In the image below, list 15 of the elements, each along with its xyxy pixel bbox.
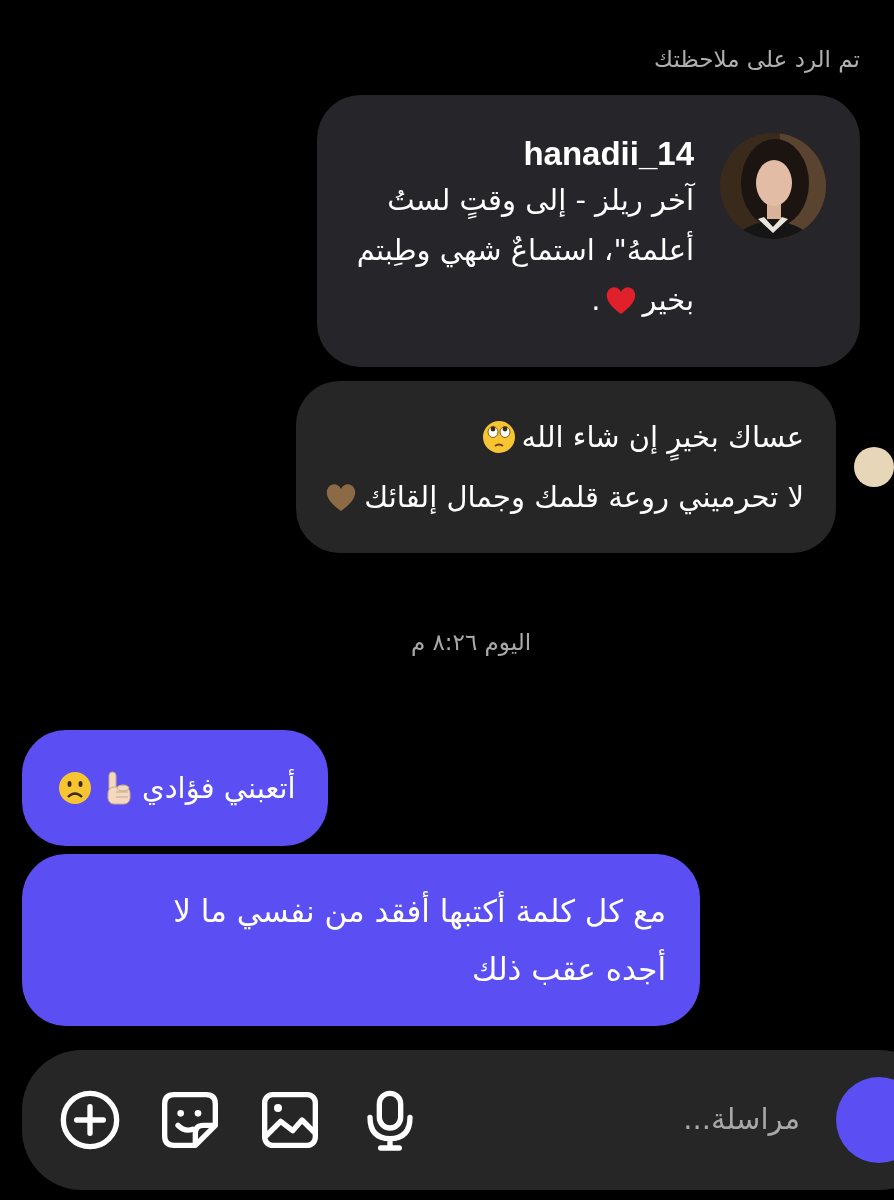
reply-label: تم الرد على ملاحظتك xyxy=(653,45,860,75)
timestamp: اليوم ٨:٢٦ م xyxy=(410,628,532,658)
username: hanadii_14 xyxy=(522,133,694,174)
note-text: بخير xyxy=(642,282,694,320)
note-text: أعلمهُ"، استماعٌ شهي وطِبتم xyxy=(356,230,694,270)
note-text: آخر ريلز - إلى وقتٍ لستُ xyxy=(387,182,694,221)
message-text: عساك بخيرٍ إن شاء الله xyxy=(521,407,804,468)
message-text: أتعبني فؤادي xyxy=(142,768,296,808)
message-text: مع كل كلمة أكتبها أفقد من نفسي ما لا أجده عقب ذلك xyxy=(173,892,666,987)
message-bubble[interactable]: أتعبني فؤادي xyxy=(22,729,328,846)
message-bubble[interactable]: عساك بخيرٍ إن شاء الله لا تحرميني روعة قلمك وجمال إلقائك xyxy=(296,381,836,554)
message-field[interactable]: مراسلة... xyxy=(610,1098,800,1142)
message-bubble[interactable]: مع كل كلمة أكتبها أفقد من نفسي ما لا أجده عقب ذلك xyxy=(22,853,700,1026)
note-text: . xyxy=(591,282,601,320)
message-text: لا تحرميني روعة قلمك وجمال إلقائك xyxy=(364,479,804,517)
